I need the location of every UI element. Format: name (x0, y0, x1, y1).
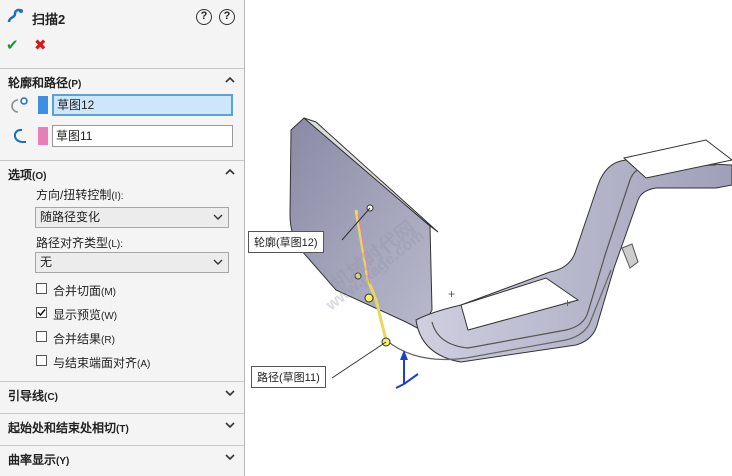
svg-text:+: + (448, 287, 455, 301)
chevron-down-icon[interactable] (224, 451, 236, 463)
whats-wrong-help-icon[interactable]: ? (196, 9, 212, 25)
path-selection-field[interactable]: 草图11 (52, 125, 233, 147)
orientation-label: 方向/扭转控制(I): (36, 186, 124, 203)
chevron-down-icon[interactable] (224, 419, 236, 431)
checkbox-box[interactable] (36, 307, 47, 318)
section-profile-path-key: (P) (68, 79, 82, 90)
cancel-x-icon[interactable]: ✖ (34, 36, 47, 54)
svg-text:+: + (564, 296, 571, 310)
section-profile-path-header[interactable]: 轮廓和路径(P) (0, 68, 244, 91)
section-guide-key: (C) (44, 392, 58, 403)
help-icon[interactable]: ? (219, 9, 235, 25)
checkbox-label: 合并切面 (53, 284, 102, 298)
chevron-down-icon (213, 214, 223, 220)
checkbox-box[interactable] (36, 283, 47, 294)
chevron-up-icon[interactable] (224, 166, 236, 178)
section-options-key: (O) (32, 171, 47, 182)
path-align-dropdown[interactable]: 无 (35, 252, 229, 273)
orientation-label-text: 方向/扭转控制 (36, 188, 112, 202)
path-align-label: 路径对齐类型(L): (36, 234, 123, 251)
checkbox-box[interactable] (36, 355, 47, 366)
section-curvature-label: 曲率显示 (8, 453, 57, 467)
section-options-label: 选项 (8, 168, 33, 182)
checkbox-key: (R) (101, 335, 115, 346)
orientation-label-key: (I): (111, 191, 124, 202)
checkbox-key: (W) (101, 311, 118, 322)
section-guide-label: 引导线 (8, 389, 45, 403)
profile-selection-field[interactable]: 草图12 (52, 94, 233, 116)
checkbox-key: (A) (137, 359, 151, 370)
check-mark-icon (37, 309, 46, 317)
section-tangency-key: (T) (116, 424, 129, 435)
orientation-value: 随路径变化 (40, 210, 101, 224)
section-tangency-label: 起始处和结束处相切 (8, 421, 117, 435)
path-selection-row: 草图11 (4, 125, 240, 147)
path-align-label-text: 路径对齐类型 (36, 236, 109, 250)
path-callout[interactable]: 路径(草图11) (251, 366, 326, 388)
section-guide-curves-header[interactable]: 引导线(C) (0, 381, 244, 404)
section-profile-path-label: 轮廓和路径 (8, 76, 69, 90)
section-curvature-header[interactable]: 曲率显示(Y) (0, 445, 244, 468)
checkbox-key: (M) (101, 287, 117, 298)
feature-title: 扫描2 (32, 12, 66, 27)
profile-callout[interactable]: 轮廓(草图12) (248, 231, 324, 253)
chevron-up-icon[interactable] (224, 74, 236, 86)
checkbox-box[interactable] (36, 331, 47, 342)
property-manager-panel: 扫描2 ? ? ✔ ✖ 轮廓和路径(P) 草图12 草图11 选项(O) 方向/… (0, 0, 245, 476)
path-color-swatch (38, 127, 48, 145)
feature-titlebar: 扫描2 ? ? (0, 0, 245, 34)
checkbox-label: 显示预览 (53, 308, 102, 322)
path-align-label-key: (L): (108, 239, 124, 250)
path-curve-icon (13, 128, 26, 143)
profile-selection-row: 草图12 (4, 94, 240, 116)
sweep-feature-icon (7, 8, 23, 23)
checkbox-label: 合并结果 (53, 332, 102, 346)
section-tangency-header[interactable]: 起始处和结束处相切(T) (0, 413, 244, 436)
path-align-value: 无 (40, 255, 53, 269)
profile-color-swatch (38, 96, 48, 114)
profile-circle-icon (11, 97, 28, 113)
orientation-dropdown[interactable]: 随路径变化 (35, 207, 229, 228)
ok-checkmark-icon[interactable]: ✔ (6, 36, 19, 54)
chevron-down-icon[interactable] (224, 387, 236, 399)
section-options-header[interactable]: 选项(O) (0, 160, 244, 183)
checkbox-label: 与结束端面对齐 (53, 356, 138, 370)
channel-bottom-face (415, 159, 732, 363)
chevron-down-icon (213, 259, 223, 265)
section-curvature-key: (Y) (56, 456, 70, 467)
